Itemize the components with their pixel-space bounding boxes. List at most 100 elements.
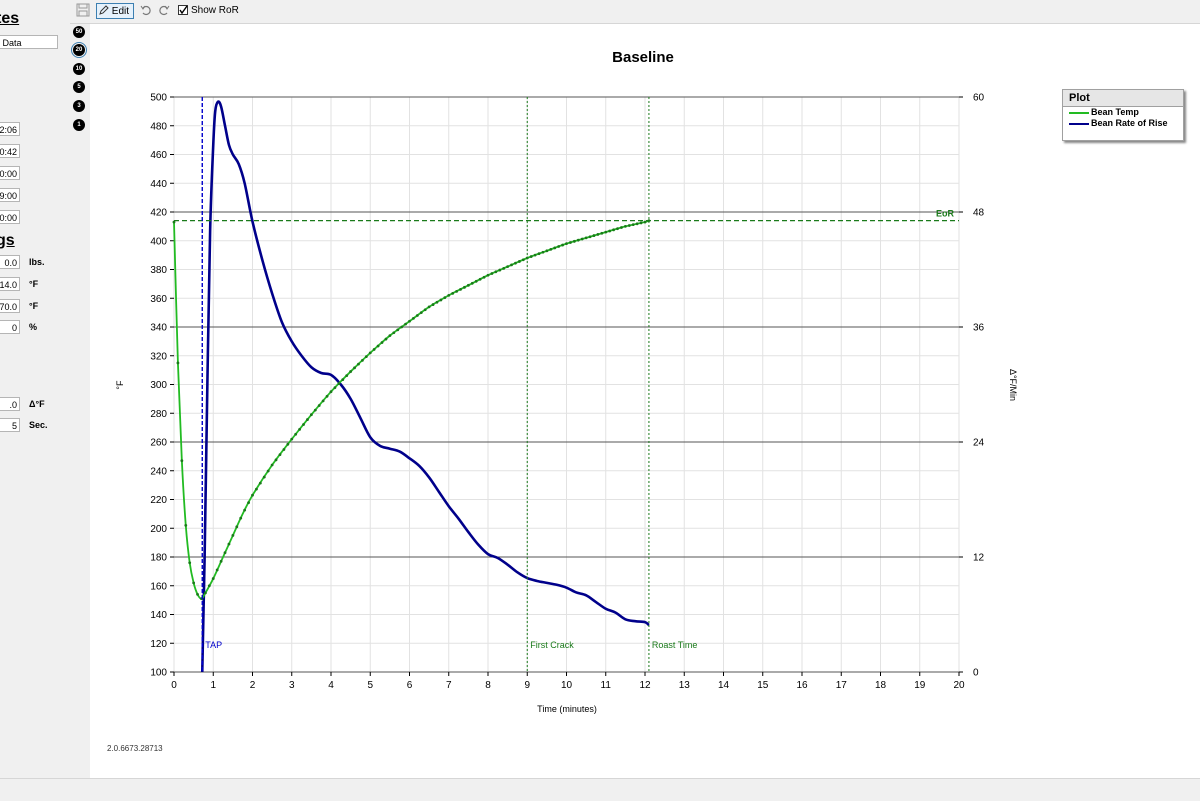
bean-temp-point [494,270,498,274]
bean-temp-point [353,366,356,370]
bean-temp-point [333,386,337,390]
eor-label: EoR [936,209,955,219]
bean-temp-point [529,255,533,258]
y-tick-label: 440 [150,179,167,190]
y-tick-label: 320 [150,351,167,362]
bean-temp-point [251,493,254,497]
bean-temp-point [400,325,404,329]
y-tick-label: 180 [150,553,167,564]
y-tick-label: 220 [150,495,167,506]
bean-temp-point [443,296,447,300]
bean-temp-point [557,245,561,248]
y2-axis-label: Δ°F/Min [1008,369,1018,401]
bean-temp-point [506,265,510,269]
bean-temp-point [478,277,482,281]
x-tick-label: 13 [679,680,691,691]
x-tick-label: 14 [718,680,730,691]
bean-temp-point [364,355,368,359]
bean-temp-point [317,404,321,407]
bean-temp-point [376,344,380,348]
bean-temp-point [576,238,580,242]
bean-temp-point [431,303,435,306]
bean-temp-point [196,592,199,596]
legend-item-ror: Bean Rate of Rise [1063,118,1183,129]
legend-label-bean-temp: Bean Temp [1091,107,1139,117]
bean-temp-point [211,577,215,580]
bean-temp-point [294,432,298,436]
bean-temp-point [482,275,486,279]
bean-temp-point [608,229,612,233]
bean-temp-point [427,305,431,309]
bean-temp-point [258,481,262,485]
x-tick-label: 8 [485,680,491,691]
status-bar [0,778,1200,801]
x-tick-label: 7 [446,680,452,691]
bean-temp-point [553,246,557,250]
y-tick-label: 240 [150,466,167,477]
legend-swatch-bean-temp [1069,112,1089,114]
legend-label-ror: Bean Rate of Rise [1091,118,1168,128]
bean-temp-point [545,249,549,253]
bean-temp-point [588,235,592,239]
bean-temp-point [329,390,333,394]
bean-temp-point [357,362,360,366]
bean-temp-point [419,311,423,315]
y-tick-label: 260 [150,438,167,449]
bean-temp-point [270,463,274,467]
bean-temp-point [180,459,184,463]
y-tick-label: 100 [150,668,167,679]
bean-temp-point [580,237,584,241]
x-axis-label: Time (minutes) [537,704,597,714]
bean-temp-point [435,300,439,304]
bean-temp-point [255,487,258,491]
x-tick-label: 15 [757,680,769,691]
bean-temp-point [541,250,545,254]
chart-title: Baseline [612,49,674,66]
bean-temp-point [643,220,647,224]
y2-tick-label: 24 [973,438,985,449]
x-tick-label: 18 [875,680,887,691]
x-tick-label: 6 [407,680,413,691]
bean-temp-point [549,247,553,251]
bean-temp-point [247,501,250,505]
y-tick-label: 120 [150,639,167,650]
bean-temp-point [298,427,301,431]
y-tick-label: 300 [150,380,167,391]
bean-temp-point [423,308,427,312]
bean-temp-point [510,263,513,267]
bean-temp-point [239,516,243,520]
y-tick-label: 380 [150,265,167,276]
bean-temp-point [313,408,317,412]
x-tick-label: 17 [836,680,848,691]
bean-temp-point [474,279,478,283]
bean-temp-point [612,228,615,232]
x-tick-label: 9 [524,680,530,691]
bean-temp-point [325,394,329,398]
y2-tick-label: 60 [973,93,985,104]
bean-temp-point [207,584,211,588]
bean-temp-point [262,475,266,479]
legend-item-bean-temp: Bean Temp [1063,107,1183,118]
x-tick-label: 2 [250,680,256,691]
bean-temp-point [392,331,396,335]
bean-temp-point [302,423,305,426]
bean-temp-point [604,230,608,234]
bean-temp-point [455,289,458,293]
bean-temp-point [282,448,286,451]
bean-temp-point [631,223,635,227]
y-tick-label: 140 [150,610,167,621]
x-tick-label: 19 [914,680,926,691]
event-label: TAP [205,640,222,650]
bean-temp-point [584,236,588,240]
legend-title: Plot [1063,90,1183,107]
y-tick-label: 360 [150,294,167,305]
bean-temp-point [380,341,384,344]
bean-temp-point [204,591,207,595]
y-tick-label: 340 [150,323,167,334]
bean-temp-point [361,358,364,362]
bean-temp-point [623,224,627,228]
bean-temp-point [451,291,455,295]
bean-temp-point [274,458,278,462]
x-tick-label: 16 [796,680,808,691]
bean-temp-point [639,221,643,225]
